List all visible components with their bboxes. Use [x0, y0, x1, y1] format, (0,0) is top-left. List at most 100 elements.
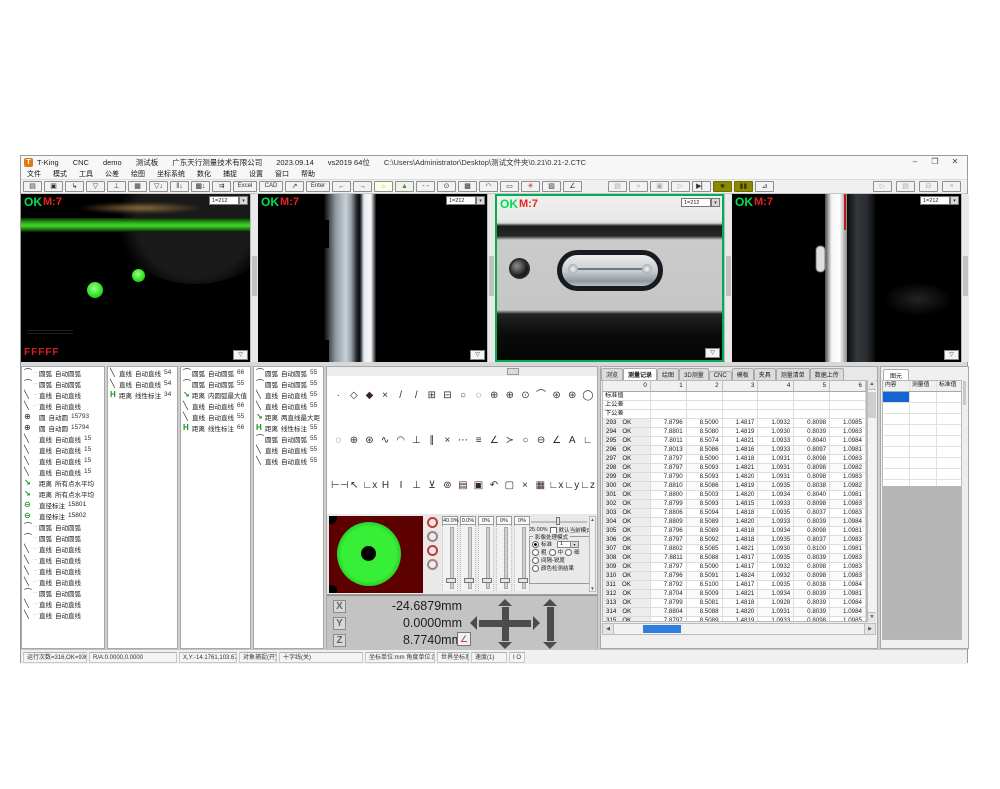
- minimize-button[interactable]: –: [905, 156, 925, 169]
- tool-icon[interactable]: ∟x: [362, 478, 377, 493]
- menu-item[interactable]: 绘图: [125, 169, 151, 179]
- scroll-down-icon[interactable]: ▼: [590, 586, 594, 591]
- menu-item[interactable]: 数化: [191, 169, 217, 179]
- light-channel-slider[interactable]: 40.0%: [442, 516, 458, 591]
- master-brightness-slider[interactable]: [531, 517, 587, 525]
- toolbar-button[interactable]: »: [629, 181, 648, 192]
- mode-fine-radio[interactable]: [565, 549, 572, 556]
- camera3-scrollbar[interactable]: [724, 194, 732, 362]
- slider-thumb[interactable]: [482, 578, 492, 583]
- tool-icon[interactable]: ○: [518, 433, 533, 448]
- toolbar-button[interactable]: - -: [416, 181, 435, 192]
- menu-item[interactable]: 公差: [99, 169, 125, 179]
- close-button[interactable]: ✕: [945, 156, 965, 169]
- tab[interactable]: 测量清单: [776, 368, 810, 380]
- list-item[interactable]: ╲ ⋯ 直线 自动直线: [22, 609, 104, 620]
- list-item[interactable]: ╲ ⋯ 直线 自动直线: [22, 598, 104, 609]
- tab[interactable]: 绘图: [657, 368, 679, 380]
- camera-select-dropdown[interactable]: 1=212: [681, 198, 711, 207]
- menu-item[interactable]: 工具: [73, 169, 99, 179]
- toolbar-button[interactable]: →: [353, 181, 372, 192]
- slider-thumb[interactable]: [500, 578, 510, 583]
- tool-icon[interactable]: ×: [518, 478, 532, 493]
- tool-icon[interactable]: H: [378, 478, 392, 493]
- jog-xy-vertical-arrow[interactable]: [502, 607, 509, 641]
- tool-icon[interactable]: ⊥: [409, 478, 423, 493]
- table-row[interactable]: 300 OK 7.8810 8.5086 1.4819 1.0935 0.803…: [603, 482, 866, 491]
- menu-item[interactable]: 帮助: [295, 169, 321, 179]
- table-vertical-scrollbar[interactable]: ▲ ▼: [867, 380, 876, 622]
- column-header[interactable]: 4: [758, 381, 794, 391]
- toolbar-button[interactable]: ▶▏: [692, 181, 711, 192]
- jog-z-arrow[interactable]: [547, 607, 554, 641]
- tool-icon[interactable]: ⊛: [565, 388, 580, 403]
- tool-icon[interactable]: ⊛: [549, 388, 564, 403]
- list-item[interactable]: ╲ ⋯ 直线 自动直线: [22, 389, 104, 400]
- toolbar-button[interactable]: ▮▮: [734, 181, 753, 192]
- tool-icon[interactable]: ∠: [487, 433, 502, 448]
- table-row[interactable]: 296 OK 7.8013 8.5086 1.4816 1.0933 0.809…: [603, 446, 866, 455]
- table-row[interactable]: [883, 414, 962, 425]
- tool-icon[interactable]: /: [409, 388, 424, 403]
- tool-icon[interactable]: ⊥: [409, 433, 424, 448]
- toolbar-button[interactable]: ▤: [23, 181, 42, 192]
- toolbar-button[interactable]: ▽: [86, 181, 105, 192]
- list-item[interactable]: ⌒ 圆弧 自动圆弧 55: [254, 378, 323, 389]
- tool-icon[interactable]: ◇: [347, 388, 362, 403]
- backlight-icon[interactable]: [427, 545, 438, 556]
- camera-view-4[interactable]: OK M:7 1=212 ▾ ▽: [732, 194, 961, 362]
- scroll-left-icon[interactable]: ◀: [603, 624, 614, 634]
- table-row[interactable]: 301 OK 7.8800 8.5003 1.4820 1.0934 0.804…: [603, 491, 866, 500]
- palette-header-button[interactable]: [507, 368, 519, 375]
- slider-track[interactable]: [460, 525, 476, 591]
- list-item[interactable]: ⌒ ⋯ 圆弧 自动圆弧: [22, 532, 104, 543]
- tool-icon[interactable]: ∿: [378, 433, 393, 448]
- tool-icon[interactable]: ▤: [456, 478, 470, 493]
- tool-icon[interactable]: ◆: [362, 388, 377, 403]
- scrollbar-thumb[interactable]: [643, 625, 681, 633]
- list-item[interactable]: ⊖ 直径标注 15801: [22, 499, 104, 510]
- scroll-up-icon[interactable]: ▲: [868, 380, 876, 390]
- table-row[interactable]: 299 OK 7.8790 8.5093 1.4820 1.0931 0.809…: [603, 473, 866, 482]
- slider-track[interactable]: [496, 525, 512, 591]
- camera-resize-icon[interactable]: ▽: [705, 348, 720, 358]
- list-item[interactable]: ⌒ ⋯ 圆弧 自动圆弧: [22, 587, 104, 598]
- tab[interactable]: 夹具: [754, 368, 776, 380]
- light-channel-slider[interactable]: 0%: [478, 516, 494, 591]
- list-item[interactable]: ⌒ 圆弧 自动圆弧 55: [254, 433, 323, 444]
- tab[interactable]: 数据上传: [810, 368, 844, 380]
- table-row[interactable]: 310 OK 7.8796 8.5091 1.4824 1.0932 0.809…: [603, 572, 866, 581]
- slider-track[interactable]: [442, 525, 458, 591]
- tool-icon[interactable]: ▢: [502, 478, 516, 493]
- list-item[interactable]: ╲ 直线 自动直线 15: [22, 466, 104, 477]
- toolbar-button[interactable]: Enter: [306, 181, 330, 192]
- menu-item[interactable]: 模式: [47, 169, 73, 179]
- toolbar-button[interactable]: Excel: [233, 181, 257, 192]
- table-row[interactable]: 298 OK 7.8797 8.5093 1.4821 1.0931 0.809…: [603, 464, 866, 473]
- tool-icon[interactable]: ○: [456, 388, 471, 403]
- camera4-scrollbar[interactable]: [961, 194, 969, 362]
- camera-resize-icon[interactable]: ▽: [233, 350, 248, 360]
- table-row[interactable]: 304 OK 7.8809 8.5089 1.4820 1.0933 0.803…: [603, 518, 866, 527]
- tool-icon[interactable]: ⊻: [425, 478, 439, 493]
- menu-item[interactable]: 文件: [21, 169, 47, 179]
- toolbar-button[interactable]: ▤: [608, 181, 627, 192]
- list-item[interactable]: ╲ 直线 自动直线 54: [108, 378, 177, 389]
- tool-icon[interactable]: ▣: [471, 478, 485, 493]
- table-row[interactable]: 308 OK 7.8811 8.5088 1.4817 1.0935 0.803…: [603, 554, 866, 563]
- toolbar-button[interactable]: ↳: [65, 181, 84, 192]
- toolbar-button[interactable]: ‖↓: [170, 181, 189, 192]
- toolbar-button[interactable]: ⊟: [919, 181, 938, 192]
- tool-icon[interactable]: ≻: [503, 433, 518, 448]
- list-item[interactable]: ╲ 直线 自动直线 15: [22, 455, 104, 466]
- list-item[interactable]: H 距离 线性标注 66: [181, 422, 250, 433]
- table-row[interactable]: 标准值: [603, 392, 866, 401]
- tool-icon[interactable]: ×: [378, 388, 393, 403]
- camera-select-dropdown[interactable]: 1=212: [209, 196, 239, 205]
- tool-icon[interactable]: ∟y: [564, 478, 579, 493]
- toolbar-button[interactable]: ▦: [128, 181, 147, 192]
- ring-light-preview[interactable]: [329, 516, 423, 593]
- table-row[interactable]: 314 OK 7.8804 8.5088 1.4820 1.0931 0.803…: [603, 608, 866, 617]
- tab[interactable]: 3D测量: [679, 368, 709, 380]
- tool-icon[interactable]: I: [394, 478, 408, 493]
